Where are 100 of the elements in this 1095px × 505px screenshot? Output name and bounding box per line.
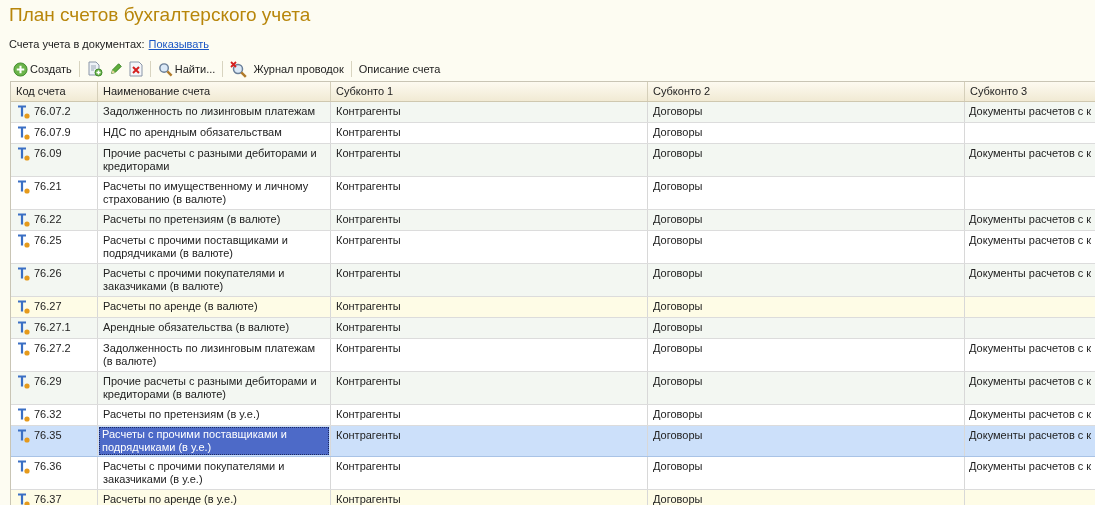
account-icon bbox=[17, 321, 31, 335]
find-button[interactable]: Найти... bbox=[154, 59, 219, 79]
table-row[interactable]: 76.07.2 Задолженность по лизинговым платежам Контрагенты Договоры Документы расчетов с к bbox=[11, 102, 1095, 123]
table-cell-text: Договоры bbox=[653, 300, 704, 313]
account-icon bbox=[17, 493, 31, 505]
table-cell-text: Договоры bbox=[653, 342, 704, 355]
table-cell-text: Прочие расчеты с разными дебиторами и кредиторами (в валюте) bbox=[103, 375, 318, 401]
table-cell-text: Договоры bbox=[653, 234, 704, 247]
table-cell-text: Расчеты по претензиям (в валюте) bbox=[103, 213, 282, 226]
table-cell-text: Документы расчетов с к bbox=[969, 429, 1093, 442]
table-cell: 76.26 bbox=[34, 267, 62, 280]
account-icon bbox=[17, 105, 31, 119]
table-cell-text: Документы расчетов с к bbox=[969, 105, 1093, 118]
table-row[interactable]: 76.29 Прочие расчеты с разными дебиторами и кредиторами (в валюте) Контрагенты Договоры Документы расчетов с к bbox=[11, 372, 1095, 405]
toolbar-button[interactable]: Описание счета bbox=[355, 59, 444, 79]
accounts-label: Счета учета в документах: bbox=[9, 37, 145, 51]
table-row[interactable]: 76.25 Расчеты с прочими поставщиками и подрядчиками (в валюте) Контрагенты Договоры Документы расчетов с к bbox=[11, 231, 1095, 264]
table-cell: 76.09 bbox=[34, 147, 62, 160]
table-cell-text: Задолженность по лизинговым платежам (в валюте) bbox=[103, 342, 316, 368]
table-cell-text: Договоры bbox=[653, 460, 704, 473]
table-cell-text: Расчеты с прочими покупателями и заказчиками (в валюте) bbox=[103, 267, 286, 293]
table-cell: 76.35 bbox=[34, 429, 62, 442]
table-cell-text: Документы расчетов с к bbox=[969, 147, 1093, 160]
table-cell-text: Расчеты с прочими покупателями и заказчиками (в у.е.) bbox=[103, 460, 286, 486]
table-cell-text: Документы расчетов с к bbox=[969, 213, 1093, 226]
table-cell-text: Договоры bbox=[653, 321, 704, 334]
table-row[interactable]: 76.22 Расчеты по претензиям (в валюте) Контрагенты Договоры Документы расчетов с к bbox=[11, 210, 1095, 231]
table-cell-text: Контрагенты bbox=[336, 493, 402, 505]
table-row[interactable]: 76.32 Расчеты по претензиям (в у.е.) Контрагенты Договоры Документы расчетов с к bbox=[11, 405, 1095, 426]
table-row[interactable]: 76.26 Расчеты с прочими покупателями и заказчиками (в валюте) Контрагенты Договоры Документы расчетов с к bbox=[11, 264, 1095, 297]
table-cell-text: Договоры bbox=[653, 180, 704, 193]
table-cell-text: Контрагенты bbox=[336, 429, 402, 442]
column-header[interactable]: Код счета bbox=[11, 82, 98, 101]
table-cell: 76.22 bbox=[34, 213, 62, 226]
table-cell: 76.32 bbox=[34, 408, 62, 421]
table-cell-text: Договоры bbox=[653, 408, 704, 421]
table-cell-text: Контрагенты bbox=[336, 267, 402, 280]
table-cell-text: Контрагенты bbox=[336, 180, 402, 193]
table-cell-text: Документы расчетов с к bbox=[969, 408, 1093, 421]
table-cell-text: Договоры bbox=[653, 493, 704, 505]
pencil-icon bbox=[108, 62, 123, 76]
table-cell-text: Расчеты по аренде (в у.е.) bbox=[103, 493, 238, 505]
account-icon bbox=[17, 375, 31, 389]
table-cell-text: Контрагенты bbox=[336, 300, 402, 313]
table-row[interactable]: 76.36 Расчеты с прочими покупателями и заказчиками (в у.е.) Контрагенты Договоры Документы расчетов с к bbox=[11, 457, 1095, 490]
table-cell: 76.27.2 bbox=[34, 342, 71, 355]
table-cell-text: Контрагенты bbox=[336, 213, 402, 226]
search-cancel-icon bbox=[230, 60, 248, 78]
table-cell: 76.07.2 bbox=[34, 105, 71, 118]
table-row[interactable]: 76.37 Расчеты по аренде (в у.е.) Контрагенты Договоры bbox=[11, 490, 1095, 505]
column-header[interactable]: Субконто 3 bbox=[965, 82, 1095, 101]
table-row[interactable]: 76.09 Прочие расчеты с разными дебиторами и кредиторами Контрагенты Договоры Документы расчетов с к bbox=[11, 144, 1095, 177]
table-cell-text: Контрагенты bbox=[336, 105, 402, 118]
table-row[interactable]: 76.27 Расчеты по аренде (в валюте) Контрагенты Договоры bbox=[11, 297, 1095, 318]
table-cell-text: Документы расчетов с к bbox=[969, 234, 1093, 247]
table-cell-text: Расчеты по претензиям (в у.е.) bbox=[103, 408, 261, 421]
column-header[interactable]: Наименование счета bbox=[98, 82, 331, 101]
table-cell: 76.29 bbox=[34, 375, 62, 388]
show-link[interactable]: Показывать bbox=[148, 37, 209, 51]
table-cell-text: Прочие расчеты с разными дебиторами и кредиторами bbox=[103, 147, 318, 173]
account-icon bbox=[17, 147, 31, 161]
table-row[interactable]: 76.07.9 НДС по арендным обязательствам Контрагенты Договоры bbox=[11, 123, 1095, 144]
table-row[interactable]: 76.21 Расчеты по имущественному и личному страхованию (в валюте) Контрагенты Договоры bbox=[11, 177, 1095, 210]
table-cell-text: НДС по арендным обязательствам bbox=[103, 126, 283, 139]
table-cell-text: Договоры bbox=[653, 126, 704, 139]
table-cell-text: Документы расчетов с к bbox=[969, 342, 1093, 355]
table-cell-text: Договоры bbox=[653, 429, 704, 442]
table-cell-text: Договоры bbox=[653, 267, 704, 280]
toolbar-button[interactable]: Журнал проводок bbox=[250, 59, 347, 79]
table-cell: 76.27 bbox=[34, 300, 62, 313]
table-cell-text: Контрагенты bbox=[336, 321, 402, 334]
delete-document-icon bbox=[128, 61, 143, 77]
table-cell-text: Документы расчетов с к bbox=[969, 460, 1093, 473]
table-row[interactable]: 76.27.2 Задолженность по лизинговым платежам (в валюте) Контрагенты Договоры Документы расчетов с к bbox=[11, 339, 1095, 372]
table-cell-text: Документы расчетов с к bbox=[969, 375, 1093, 388]
table-cell-text: Контрагенты bbox=[336, 126, 402, 139]
table-cell-text: Документы расчетов с к bbox=[969, 267, 1093, 280]
table-cell: 76.27.1 bbox=[34, 321, 71, 334]
account-icon bbox=[17, 126, 31, 140]
document-add-icon bbox=[86, 61, 103, 77]
table-cell-text: Договоры bbox=[653, 105, 704, 118]
table-row[interactable]: 76.27.1 Арендные обязательства (в валюте) Контрагенты Договоры bbox=[11, 318, 1095, 339]
account-icon bbox=[17, 180, 31, 194]
table-cell-text: Контрагенты bbox=[336, 408, 402, 421]
create-button[interactable]: Создать bbox=[10, 59, 75, 79]
table-cell-text: Арендные обязательства (в валюте) bbox=[103, 321, 291, 334]
table-cell-text: Расчеты по аренде (в валюте) bbox=[103, 300, 259, 313]
table-row[interactable]: 76.35 Расчеты с прочими поставщиками и подрядчиками (в у.е.) Контрагенты Договоры Документы расчетов с к bbox=[11, 426, 1095, 457]
table-cell-text: Расчеты с прочими поставщиками и подрядчиками (в валюте) bbox=[103, 234, 289, 260]
table-cell-text: Контрагенты bbox=[336, 234, 402, 247]
table-cell: 76.36 bbox=[34, 460, 62, 473]
table-cell-text: Договоры bbox=[653, 375, 704, 388]
table-cell: 76.21 bbox=[34, 180, 62, 193]
account-icon bbox=[17, 408, 31, 422]
table-cell-text: Контрагенты bbox=[336, 375, 402, 388]
table-cell-text: Контрагенты bbox=[336, 460, 402, 473]
account-icon bbox=[17, 429, 31, 443]
column-header[interactable]: Субконто 2 bbox=[648, 82, 965, 101]
column-header[interactable]: Субконто 1 bbox=[331, 82, 648, 101]
table-cell: 76.37 bbox=[34, 493, 62, 505]
